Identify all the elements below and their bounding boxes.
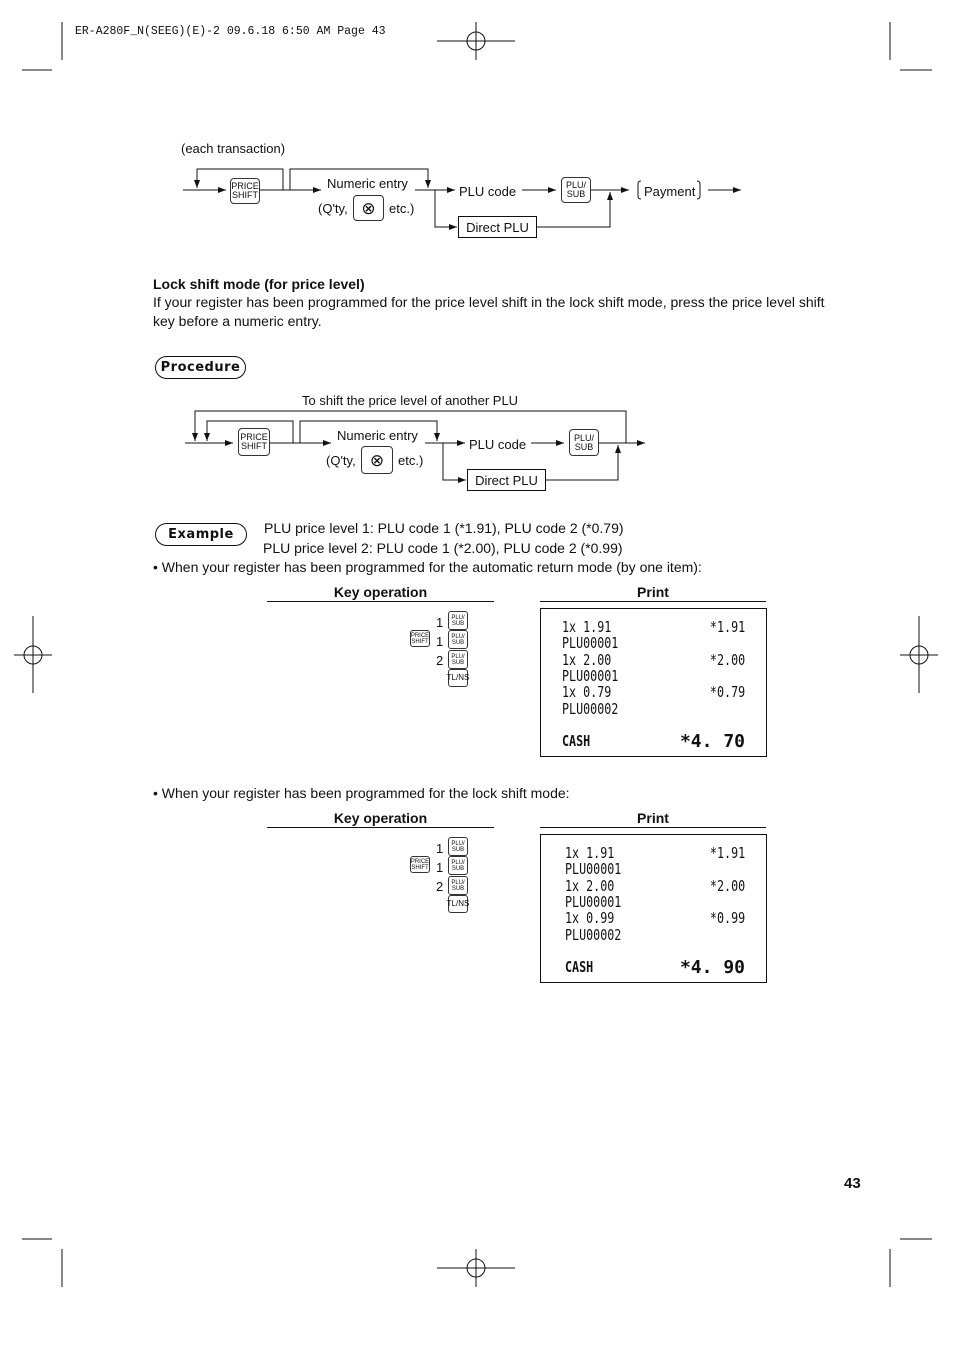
receipt-amount: *0.99: [709, 909, 745, 927]
key-operation-header: Key operation: [267, 810, 494, 828]
key-label: SUB: [451, 620, 465, 627]
qty-prefix: (Q'ty,: [318, 201, 348, 216]
key-label: SUB: [451, 846, 465, 853]
plu-sub-key: PLU/SUB: [448, 630, 468, 649]
receipt-line: 1x 0.79: [562, 683, 612, 701]
receipt-amount: *1.91: [709, 618, 745, 636]
digit: 1: [436, 615, 444, 630]
digit: 1: [436, 634, 444, 649]
price-shift-key: PRICE SHIFT: [410, 630, 430, 647]
receipt-line: 1x 0.99: [565, 909, 615, 927]
price-shift-key: PRICE SHIFT: [230, 178, 260, 204]
key-operation-header: Key operation: [267, 584, 494, 602]
receipt-amount: *2.00: [709, 651, 745, 669]
receipt-total-amount: *4. 70: [679, 731, 745, 752]
payment-label: Payment: [644, 184, 696, 199]
plu-sub-key: PLU/SUB: [448, 650, 468, 669]
receipt: 1x 1.91 *1.91 PLU00001 1x 2.00 *2.00 PLU…: [540, 608, 767, 757]
key-label: SUB: [451, 885, 465, 892]
key-label: SHIFT: [411, 638, 429, 645]
section-body: If your register has been programmed for…: [153, 294, 825, 329]
crop-marks: [14, 22, 938, 1287]
plu-sub-key: PLU/SUB: [561, 177, 591, 203]
price-shift-key: PRICE SHIFT: [410, 856, 430, 873]
tl-ns-key: TL/NS: [447, 895, 469, 913]
digit: 2: [436, 879, 444, 894]
key-label: SUB: [451, 865, 465, 872]
direct-plu-box: Direct PLU: [467, 469, 546, 491]
receipt: 1x 1.91 *1.91 PLU00001 1x 2.00 *2.00 PLU…: [540, 834, 767, 983]
plu-sub-key: PLU/SUB: [448, 837, 468, 856]
receipt-line: PLU00002: [562, 700, 619, 718]
key-label: SUB: [566, 189, 586, 199]
bullet-text: • When your register has been programmed…: [153, 785, 570, 801]
numeric-entry-label: Numeric entry: [327, 176, 408, 191]
key-label: SUB: [574, 441, 594, 452]
example-badge: Example: [155, 523, 247, 546]
print-slug: ER-A280F_N(SEEG)(E)-2 09.6.18 6:50 AM Pa…: [75, 25, 386, 38]
qty-suffix: etc.): [389, 201, 415, 216]
numeric-entry-label: Numeric entry: [337, 428, 418, 443]
key-label: SUB: [451, 659, 465, 666]
procedure-badge: Procedure: [155, 356, 246, 379]
manual-page: ER-A280F_N(SEEG)(E)-2 09.6.18 6:50 AM Pa…: [0, 0, 954, 1351]
receipt-line: 1x 1.91: [565, 844, 615, 862]
tl-ns-key: TL/NS: [447, 669, 469, 687]
qty-prefix: (Q'ty,: [326, 453, 356, 468]
diagram1-note: (each transaction): [181, 141, 286, 156]
receipt-line: PLU00001: [562, 634, 619, 652]
receipt-line: 1x 2.00: [565, 877, 615, 895]
receipt-total-amount: *4. 90: [679, 957, 745, 978]
receipt-line: PLU00001: [565, 860, 622, 878]
key-label: SHIFT: [411, 864, 429, 871]
qty-suffix: etc.): [398, 453, 424, 468]
plu-sub-key: PLU/SUB: [448, 611, 468, 630]
print-header: Print: [540, 810, 766, 828]
plu-sub-key: PLU/SUB: [448, 876, 468, 895]
section-title: Lock shift mode (for price level): [153, 276, 365, 292]
key-label: SUB: [451, 639, 465, 646]
multiply-key-icon: ⊗: [353, 195, 384, 221]
receipt-total-label: CASH: [562, 732, 591, 750]
bullet-text: • When your register has been programmed…: [153, 559, 702, 575]
receipt-line: PLU00001: [562, 667, 619, 685]
example-line: PLU price level 1: PLU code 1 (*1.91), P…: [264, 520, 624, 536]
key-label: SHIFT: [240, 441, 267, 451]
receipt-amount: *2.00: [709, 877, 745, 895]
digit: 1: [436, 841, 444, 856]
receipt-amount: *1.91: [709, 844, 745, 862]
plu-code-label: PLU code: [469, 437, 527, 452]
plu-sub-key: PLU/SUB: [448, 856, 468, 875]
receipt-line: PLU00001: [565, 893, 622, 911]
plu-sub-key: PLU/SUB: [569, 429, 599, 456]
receipt-total-label: CASH: [565, 958, 594, 976]
loop-label: To shift the price level of another PLU: [302, 393, 519, 408]
direct-plu-box: Direct PLU: [458, 216, 537, 238]
plu-code-label: PLU code: [459, 184, 517, 199]
lines-layer: [14, 22, 938, 1287]
receipt-amount: *0.79: [709, 683, 745, 701]
receipt-line: 1x 1.91: [562, 618, 612, 636]
page-number: 43: [844, 1175, 861, 1192]
receipt-line: PLU00002: [565, 926, 622, 944]
print-header: Print: [540, 584, 766, 602]
example-line: PLU price level 2: PLU code 1 (*2.00), P…: [263, 540, 623, 556]
price-shift-key: PRICE SHIFT: [238, 428, 270, 456]
multiply-key-icon: ⊗: [361, 446, 393, 474]
key-label: SHIFT: [231, 190, 258, 200]
digit: 2: [436, 653, 444, 668]
receipt-line: 1x 2.00: [562, 651, 612, 669]
digit: 1: [436, 860, 444, 875]
